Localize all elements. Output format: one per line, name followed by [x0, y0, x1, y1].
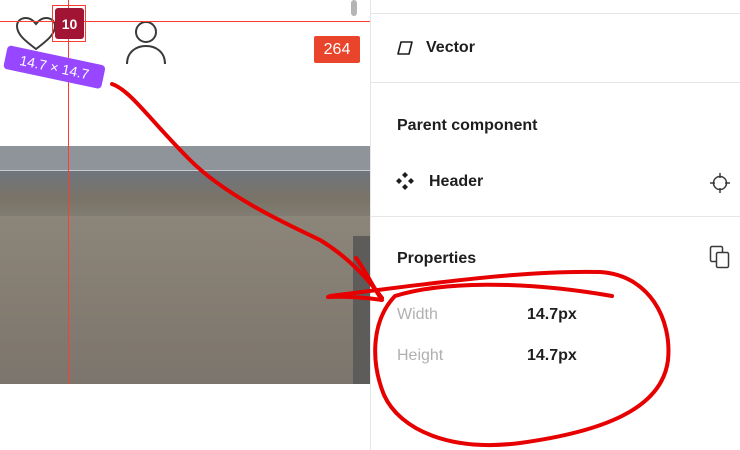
count-badge: 264	[314, 36, 360, 63]
layer-name: Vector	[426, 39, 475, 56]
photo-divider	[0, 170, 371, 171]
property-value-height[interactable]: 14.7px	[527, 347, 577, 365]
separator	[371, 216, 740, 217]
properties-panel: Vector Parent component Header Propertie…	[371, 0, 740, 450]
hero-photo	[0, 146, 371, 384]
copy-icon[interactable]	[709, 245, 731, 269]
user-icon[interactable]	[124, 18, 168, 66]
scrollbar-thumb[interactable]	[351, 0, 357, 16]
photo-shore	[353, 236, 371, 384]
component-icon	[396, 172, 414, 190]
parent-component-title: Parent component	[397, 117, 538, 134]
vector-icon	[397, 41, 413, 55]
photo-river	[0, 216, 371, 384]
parent-component-name[interactable]: Header	[429, 173, 483, 191]
app-root: 10 14.7 × 14.7 264 Vector Parent compone…	[0, 0, 740, 450]
property-value-width[interactable]: 14.7px	[527, 306, 577, 324]
separator	[371, 82, 740, 83]
layer-badge: 10	[55, 8, 84, 39]
design-canvas[interactable]: 10 14.7 × 14.7 264	[0, 0, 371, 450]
photo-sky	[0, 146, 371, 170]
photo-city	[0, 170, 371, 220]
target-icon[interactable]	[709, 172, 731, 194]
property-label-height: Height	[397, 347, 444, 364]
properties-title: Properties	[397, 250, 477, 267]
separator	[371, 13, 740, 14]
property-label-width: Width	[397, 306, 438, 323]
